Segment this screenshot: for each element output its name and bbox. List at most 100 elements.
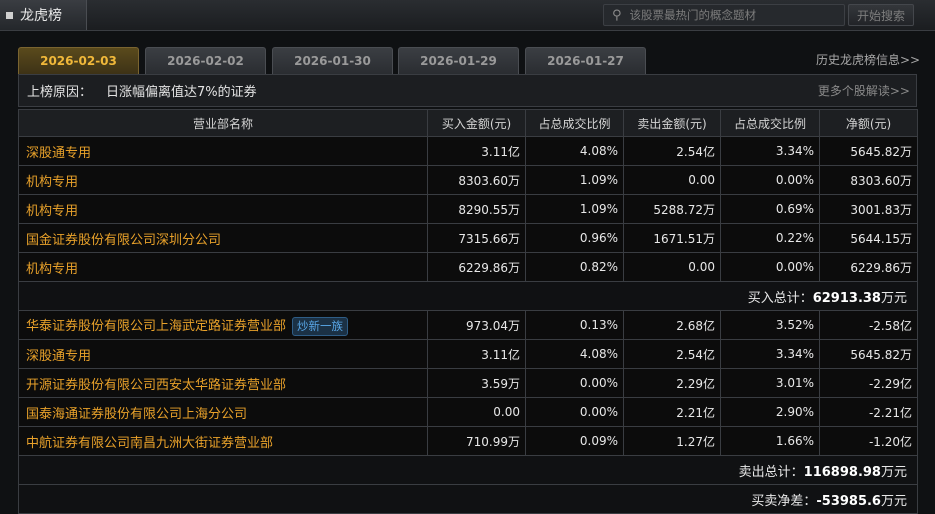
sell-amount: 2.54亿 (623, 136, 721, 166)
net-total-unit: 万元 (880, 493, 907, 509)
buy-amount: 3.11亿 (427, 339, 526, 369)
buy-total-label: 买入总计： (747, 290, 813, 306)
buy-amount: 8303.60万 (427, 165, 526, 195)
sell-amount: 2.21亿 (623, 397, 721, 427)
sell-ratio: 0.22% (720, 223, 820, 253)
sell-amount: 5288.72万 (623, 194, 721, 224)
tab-2026-02-02[interactable]: 2026-02-02 (145, 47, 266, 74)
buy-ratio: 0.00% (525, 397, 624, 427)
buy-ratio: 0.82% (525, 252, 624, 282)
branch-name[interactable]: 机构专用 (18, 252, 428, 282)
sell-ratio: 3.52% (720, 310, 820, 340)
search-icon: ⚲ (612, 7, 622, 23)
branch-name[interactable]: 中航证券有限公司南昌九洲大街证券营业部 (18, 426, 428, 456)
sell-amount: 0.00 (623, 252, 721, 282)
history-link[interactable]: 历史龙虎榜信息>> (816, 51, 920, 68)
tab-2026-02-03[interactable]: 2026-02-03 (18, 47, 139, 74)
trader-tag-badge[interactable]: 炒新一族 (292, 316, 349, 336)
column-header-sell-ratio: 占总成交比例 (720, 109, 820, 137)
net-amount: -2.29亿 (819, 368, 918, 398)
net-amount: 3001.83万 (819, 194, 918, 224)
sell-total-cell: 卖出总计：116898.98万元 (18, 455, 918, 485)
table-row: 华泰证券股份有限公司上海武定路证券营业部 炒新一族 973.04万 0.13% 2… (18, 310, 918, 340)
buy-ratio: 0.09% (525, 426, 624, 456)
branch-name[interactable]: 机构专用 (18, 194, 428, 224)
column-header-buy-amount: 买入金额(元) (427, 109, 526, 137)
table-row: 深股通专用 3.11亿 4.08% 2.54亿 3.34% 5645.82万 (18, 339, 918, 369)
tab-2026-01-29[interactable]: 2026-01-29 (398, 47, 519, 74)
search-button[interactable]: 开始搜索 (848, 4, 914, 26)
sell-ratio: 0.69% (720, 194, 820, 224)
buy-total-unit: 万元 (880, 290, 907, 306)
buy-amount: 6229.86万 (427, 252, 526, 282)
buy-ratio: 1.09% (525, 194, 624, 224)
sell-ratio: 0.00% (720, 252, 820, 282)
net-amount: 6229.86万 (819, 252, 918, 282)
buy-amount: 710.99万 (427, 426, 526, 456)
column-header-sell-amount: 卖出金额(元) (623, 109, 721, 137)
sell-ratio: 1.66% (720, 426, 820, 456)
sell-total-value: 116898.98 (803, 464, 881, 480)
branch-name[interactable]: 开源证券股份有限公司西安太华路证券营业部 (18, 368, 428, 398)
more-analysis-link[interactable]: 更多个股解读>> (818, 82, 910, 99)
net-amount: -2.21亿 (819, 397, 918, 427)
buy-ratio: 1.09% (525, 165, 624, 195)
table-row: 国泰海通证券股份有限公司上海分公司 0.00 0.00% 2.21亿 2.90%… (18, 397, 918, 427)
branch-name[interactable]: 机构专用 (18, 165, 428, 195)
sell-amount: 1671.51万 (623, 223, 721, 253)
branch-name[interactable]: 深股通专用 (18, 339, 428, 369)
sell-amount: 2.68亿 (623, 310, 721, 340)
buy-ratio: 4.08% (525, 339, 624, 369)
net-amount: 5645.82万 (819, 339, 918, 369)
buy-total-row: 买入总计：62913.38万元 (18, 281, 918, 311)
branch-name-text[interactable]: 华泰证券股份有限公司上海武定路证券营业部 (26, 319, 286, 334)
branch-name[interactable]: 华泰证券股份有限公司上海武定路证券营业部 炒新一族 (18, 310, 428, 340)
app-title-tab: 龙虎榜 (0, 0, 87, 30)
reason-bar: 上榜原因： 日涨幅偏离值达7%的证券 更多个股解读>> (18, 74, 917, 107)
tab-2026-01-30[interactable]: 2026-01-30 (272, 47, 393, 74)
sell-ratio: 3.34% (720, 136, 820, 166)
reason-label: 上榜原因： (27, 85, 93, 100)
table-row: 开源证券股份有限公司西安太华路证券营业部 3.59万 0.00% 2.29亿 3… (18, 368, 918, 398)
sell-ratio: 3.34% (720, 339, 820, 369)
search-box[interactable]: ⚲ (603, 4, 845, 26)
net-total-value: -53985.6 (816, 493, 881, 509)
table-row: 机构专用 8303.60万 1.09% 0.00 0.00% 8303.60万 (18, 165, 918, 195)
net-total-cell: 买卖净差：-53985.6万元 (18, 484, 918, 514)
buy-amount: 8290.55万 (427, 194, 526, 224)
dragon-tiger-table: 营业部名称 买入金额(元) 占总成交比例 卖出金额(元) 占总成交比例 净额(元… (18, 109, 918, 514)
branch-name[interactable]: 国金证券股份有限公司深圳分公司 (18, 223, 428, 253)
table-row: 机构专用 8290.55万 1.09% 5288.72万 0.69% 3001.… (18, 194, 918, 224)
net-amount: -2.58亿 (819, 310, 918, 340)
sell-ratio: 2.90% (720, 397, 820, 427)
buy-total-value: 62913.38 (812, 290, 881, 306)
reason-text: 日涨幅偏离值达7%的证券 (106, 85, 257, 100)
buy-ratio: 4.08% (525, 136, 624, 166)
table-row: 中航证券有限公司南昌九洲大街证券营业部 710.99万 0.09% 1.27亿 … (18, 426, 918, 456)
net-amount: 8303.60万 (819, 165, 918, 195)
sell-total-unit: 万元 (880, 464, 907, 480)
branch-name[interactable]: 深股通专用 (18, 136, 428, 166)
buy-ratio: 0.96% (525, 223, 624, 253)
sell-amount: 2.29亿 (623, 368, 721, 398)
sell-amount: 2.54亿 (623, 339, 721, 369)
buy-total-cell: 买入总计：62913.38万元 (18, 281, 918, 311)
branch-name[interactable]: 国泰海通证券股份有限公司上海分公司 (18, 397, 428, 427)
column-header-net: 净额(元) (819, 109, 918, 137)
table-row: 深股通专用 3.11亿 4.08% 2.54亿 3.34% 5645.82万 (18, 136, 918, 166)
top-bar: 龙虎榜 ⚲ 开始搜索 (0, 0, 935, 31)
sell-ratio: 0.00% (720, 165, 820, 195)
buy-amount: 973.04万 (427, 310, 526, 340)
buy-amount: 3.11亿 (427, 136, 526, 166)
sell-total-label: 卖出总计： (738, 464, 804, 480)
buy-amount: 7315.66万 (427, 223, 526, 253)
square-icon (6, 11, 13, 19)
tab-2026-01-27[interactable]: 2026-01-27 (525, 47, 646, 74)
app-title: 龙虎榜 (20, 8, 62, 24)
table-row: 国金证券股份有限公司深圳分公司 7315.66万 0.96% 1671.51万 … (18, 223, 918, 253)
column-header-branch: 营业部名称 (18, 109, 428, 137)
search-input[interactable] (629, 8, 830, 22)
buy-ratio: 0.00% (525, 368, 624, 398)
sell-ratio: 3.01% (720, 368, 820, 398)
sell-total-row: 卖出总计：116898.98万元 (18, 455, 918, 485)
